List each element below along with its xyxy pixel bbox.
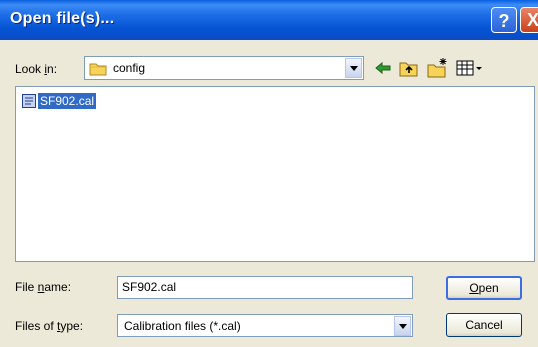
look-in-label: Look in: xyxy=(15,62,57,76)
help-button[interactable]: ? xyxy=(491,7,517,33)
file-type-dropdown-button[interactable] xyxy=(394,316,411,336)
file-type-label-tail: ype: xyxy=(60,319,84,333)
look-in-label-tail: n: xyxy=(47,62,58,76)
file-icon xyxy=(22,94,36,108)
title-bar[interactable]: Open file(s)... ? X xyxy=(0,0,538,40)
up-folder-icon[interactable] xyxy=(398,57,420,79)
back-arrow-icon[interactable] xyxy=(372,57,394,79)
open-button-label: pen xyxy=(478,281,499,295)
open-file-dialog: Open file(s)... ? X Look in: config SF90… xyxy=(0,0,538,347)
open-button-key: O xyxy=(469,281,479,295)
cancel-button[interactable]: Cancel xyxy=(446,313,522,337)
new-folder-icon[interactable] xyxy=(427,57,449,79)
view-menu-icon[interactable] xyxy=(455,57,485,79)
look-in-combo[interactable]: config xyxy=(84,56,364,80)
window-title: Open file(s)... xyxy=(10,10,115,27)
file-type-value: Calibration files (*.cal) xyxy=(124,319,241,333)
file-type-combo[interactable]: Calibration files (*.cal) xyxy=(117,314,413,337)
open-button[interactable]: Open xyxy=(446,276,522,300)
look-in-value: config xyxy=(113,61,146,75)
file-type-label-text: Files of xyxy=(15,319,58,333)
file-name: SF902.cal xyxy=(38,93,97,109)
file-name-label-text: File xyxy=(15,280,38,294)
close-button[interactable]: X xyxy=(520,7,538,33)
file-name-input[interactable]: SF902.cal xyxy=(117,276,413,299)
file-list[interactable]: SF902.cal xyxy=(15,86,535,262)
file-type-label: Files of type: xyxy=(15,319,83,333)
file-name-label-tail: ame: xyxy=(44,280,72,294)
file-name-label: File name: xyxy=(15,280,71,294)
look-in-label-text: Look xyxy=(15,62,45,76)
folder-icon xyxy=(89,61,107,79)
look-in-dropdown-button[interactable] xyxy=(345,58,362,78)
